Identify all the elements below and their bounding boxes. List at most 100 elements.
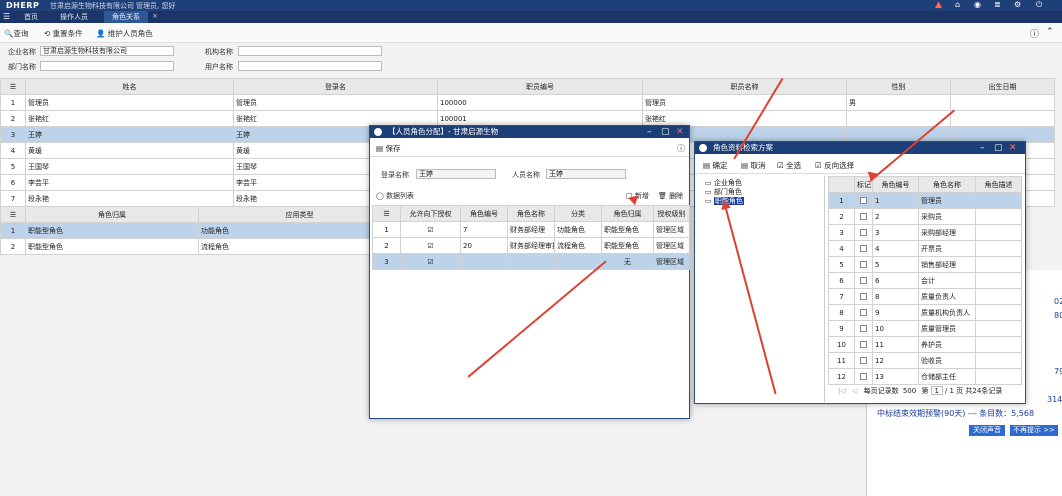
help-icon[interactable]: ⓘ — [1030, 27, 1039, 40]
tab-home[interactable]: 首页 — [16, 11, 46, 23]
page-input[interactable]: 1 — [930, 386, 943, 395]
trash-icon: 🗑 — [658, 192, 670, 200]
per-page-value[interactable]: 500 — [903, 387, 916, 395]
table-row[interactable]: 3 3 采购部经理 — [828, 224, 1022, 241]
col-header[interactable]: 性别 — [846, 78, 951, 95]
col-header[interactable]: 出生日期 — [950, 78, 1055, 95]
folder-icon: ▭ — [705, 179, 714, 187]
allow-checkbox[interactable]: ☑ — [400, 237, 461, 254]
bell-icon[interactable]: ◉ — [974, 0, 981, 9]
close-icon[interactable]: ✕ — [676, 126, 684, 138]
tab-operators[interactable]: 操作人员 — [52, 11, 96, 23]
col-header[interactable]: 角色编号 — [872, 176, 919, 193]
col-header[interactable]: 分类 — [554, 205, 602, 222]
table-row[interactable]: 5 5 销售部经理 — [828, 256, 1022, 273]
tab-role-relations[interactable]: 角色关系 — [104, 11, 148, 23]
allow-checkbox[interactable]: ☑ — [400, 221, 461, 238]
company-input[interactable]: 甘肃启源生物科技有限公司 — [40, 46, 174, 56]
org-input[interactable] — [238, 46, 382, 56]
allow-checkbox[interactable]: ☑ — [400, 253, 461, 270]
save-button[interactable]: ▤ 保存 — [376, 143, 400, 154]
mark-checkbox[interactable] — [860, 325, 867, 332]
power-icon[interactable]: ⏻ — [1036, 0, 1042, 10]
col-header[interactable]: 角色名称 — [507, 205, 555, 222]
table-row-selected[interactable]: 1 职能型角色 功能角色 — [0, 222, 401, 239]
dept-input[interactable] — [40, 61, 174, 71]
notice-count[interactable]: 80 — [1054, 311, 1062, 320]
home-icon[interactable]: ⌂ — [955, 0, 960, 9]
maximize-icon[interactable]: ▢ — [994, 142, 1003, 154]
mark-checkbox[interactable] — [860, 293, 867, 300]
collapse-icon[interactable]: ⌃ — [1046, 27, 1054, 37]
table-header: ☰ 允许向下授权 角色编号 角色名称 分类 角色归属 授权级别 — [372, 205, 690, 222]
minimize-icon[interactable]: – — [980, 142, 985, 154]
table-row[interactable]: 8 9 质量机构负责人 — [828, 304, 1022, 321]
select-all-button[interactable]: ☑ 全选 — [777, 160, 801, 171]
list-icon[interactable]: ≣ — [994, 0, 1001, 9]
maintain-roles-button[interactable]: 👤 维护人员角色 — [96, 28, 153, 39]
notice-line[interactable]: 中标结束效期预警(90天) --- 条目数：5,568 — [877, 408, 1034, 419]
col-header[interactable]: 登录名 — [233, 78, 438, 95]
mark-checkbox[interactable] — [860, 373, 867, 380]
first-page-icon[interactable]: |◁ — [838, 387, 846, 395]
cancel-button[interactable]: ▤ 取消 — [741, 160, 765, 171]
col-header[interactable]: 角色名称 — [918, 176, 976, 193]
mark-checkbox[interactable] — [860, 197, 867, 204]
close-icon[interactable]: ✕ — [1009, 142, 1017, 154]
table-row-selected[interactable]: 1 1 管理员 — [828, 192, 1022, 209]
col-header[interactable]: 姓名 — [25, 78, 234, 95]
mark-checkbox[interactable] — [860, 309, 867, 316]
no-remind-button[interactable]: 不再提示 >> — [1010, 425, 1058, 436]
col-header[interactable]: 职员名称 — [642, 78, 847, 95]
pager: |◁ ◁ 每页记录数 500 第 1 / 1 页 共24条记录 — [828, 383, 1023, 399]
notice-count[interactable]: 314 — [1047, 395, 1062, 404]
notice-count[interactable]: 79 — [1054, 367, 1062, 376]
col-header[interactable]: 角色描述 — [975, 176, 1022, 193]
user-input[interactable] — [238, 61, 382, 71]
table-row[interactable]: 2 2 采购员 — [828, 208, 1022, 225]
col-header[interactable]: 角色编号 — [460, 205, 508, 222]
role-list-table: 标记 角色编号 角色名称 角色描述 1 1 管理员 2 2 采购员 3 3 采购部经理 44… — [828, 176, 1022, 385]
mark-checkbox[interactable] — [860, 277, 867, 284]
invert-select-button[interactable]: ☑ 反向选择 — [815, 160, 854, 171]
table-row[interactable]: 6 6 会计 — [828, 272, 1022, 289]
table-row-selected[interactable]: 3 ☑ 无管理区域 — [372, 253, 690, 270]
prev-page-icon[interactable]: ◁ — [852, 387, 857, 395]
table-row[interactable]: 9 10 质量管理员 — [828, 320, 1022, 337]
col-header[interactable]: 角色归属 — [25, 206, 199, 223]
table-row[interactable]: 11 12 验收员 — [828, 352, 1022, 369]
notice-count[interactable]: 02 — [1054, 297, 1062, 306]
menu-icon[interactable]: ☰ — [3, 12, 10, 21]
col-header[interactable]: 允许向下授权 — [400, 205, 461, 222]
maximize-icon[interactable]: ▢ — [661, 126, 670, 138]
table-row[interactable]: 1 ☑ 7 财务部经理 功能角色 职能型角色 管理区域 — [372, 221, 690, 238]
col-header[interactable]: 职员编号 — [437, 78, 643, 95]
table-row[interactable]: 4 4 开票员 — [828, 240, 1022, 257]
table-row[interactable]: 1 管理员 管理员 100000 管理员男 — [0, 94, 1055, 111]
table-header: ☰ 姓名 登录名 职员编号 职员名称 性别 出生日期 — [0, 78, 1055, 95]
table-row[interactable]: 10 11 养护员 — [828, 336, 1022, 353]
col-header[interactable]: 角色归属 — [601, 205, 654, 222]
close-sound-button[interactable]: 关闭声音 — [969, 425, 1005, 436]
mark-checkbox[interactable] — [860, 245, 867, 252]
mark-checkbox[interactable] — [860, 261, 867, 268]
close-tab-icon[interactable]: × — [152, 12, 158, 20]
delete-button[interactable]: 🗑 删除 — [658, 191, 683, 201]
table-row[interactable]: 2 职能型角色 流程角色 — [0, 238, 401, 255]
mark-checkbox[interactable] — [860, 229, 867, 236]
table-row[interactable]: 2 ☑ 20 财务部经理审批 流程角色 职能型角色 管理区域 — [372, 237, 690, 254]
person-field[interactable]: 王婷 — [546, 169, 626, 179]
help-icon[interactable]: ⓘ — [677, 143, 685, 154]
query-button[interactable]: 🔍查询 — [4, 28, 28, 39]
col-header[interactable]: 授权级别 — [653, 205, 690, 222]
mark-checkbox[interactable] — [860, 341, 867, 348]
alert-icon[interactable]: ▲ — [935, 0, 942, 10]
confirm-button[interactable]: ▤ 确定 — [703, 160, 727, 171]
mark-checkbox[interactable] — [860, 213, 867, 220]
reset-button[interactable]: ⟲ 重置条件 — [44, 28, 83, 39]
table-row[interactable]: 7 8 质量负责人 — [828, 288, 1022, 305]
gear-icon[interactable]: ⚙ — [1014, 0, 1021, 9]
mark-checkbox[interactable] — [860, 357, 867, 364]
login-field[interactable]: 王婷 — [416, 169, 496, 179]
minimize-icon[interactable]: – — [647, 126, 652, 138]
